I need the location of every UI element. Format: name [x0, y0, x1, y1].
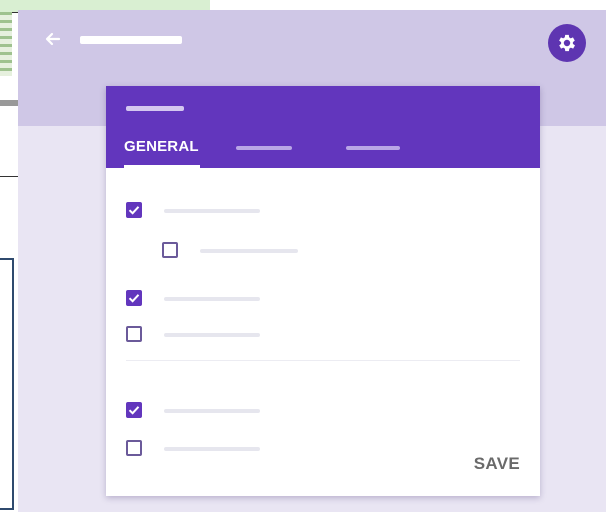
- checkbox-checked[interactable]: [126, 202, 142, 218]
- background-text-fragment: [0, 100, 18, 106]
- option-label-placeholder: [164, 297, 260, 301]
- tab-third-label-placeholder: [346, 146, 400, 150]
- background-checkbox-column: [0, 12, 12, 76]
- option-row[interactable]: [126, 440, 286, 460]
- tab-general[interactable]: GENERAL: [124, 138, 200, 168]
- option-row-indented[interactable]: [162, 242, 362, 262]
- option-label-placeholder: [200, 249, 298, 253]
- check-icon: [128, 294, 140, 303]
- option-row[interactable]: [126, 402, 286, 422]
- tab-second-label-placeholder: [236, 146, 292, 150]
- background-panel: [0, 258, 14, 510]
- option-row[interactable]: [126, 326, 286, 346]
- save-button[interactable]: SAVE: [474, 454, 520, 474]
- tab-second[interactable]: [236, 138, 296, 168]
- arrow-left-icon: [45, 32, 61, 46]
- app-title-placeholder: [80, 36, 182, 44]
- tab-active-indicator: [124, 165, 200, 168]
- tab-general-label: GENERAL: [124, 138, 199, 155]
- checkbox-unchecked[interactable]: [126, 440, 142, 456]
- section-divider: [126, 360, 520, 361]
- check-icon: [128, 406, 140, 415]
- settings-dialog: GENERAL SAVE: [106, 86, 540, 496]
- checkbox-checked[interactable]: [126, 402, 142, 418]
- option-row[interactable]: [126, 290, 286, 310]
- screen: GENERAL SAVE: [0, 0, 606, 512]
- dialog-header: GENERAL: [106, 86, 540, 168]
- settings-button[interactable]: [548, 24, 586, 62]
- option-label-placeholder: [164, 409, 260, 413]
- checkbox-unchecked[interactable]: [162, 242, 178, 258]
- option-label-placeholder: [164, 447, 260, 451]
- dialog-title-placeholder: [126, 106, 184, 111]
- option-label-placeholder: [164, 209, 260, 213]
- option-label-placeholder: [164, 333, 260, 337]
- tab-third[interactable]: [346, 138, 406, 168]
- checkbox-checked[interactable]: [126, 290, 142, 306]
- checkbox-unchecked[interactable]: [126, 326, 142, 342]
- settings-app: GENERAL SAVE: [18, 10, 606, 512]
- gear-icon: [559, 34, 575, 52]
- back-button[interactable]: [42, 30, 64, 52]
- check-icon: [128, 206, 140, 215]
- option-row[interactable]: [126, 202, 286, 222]
